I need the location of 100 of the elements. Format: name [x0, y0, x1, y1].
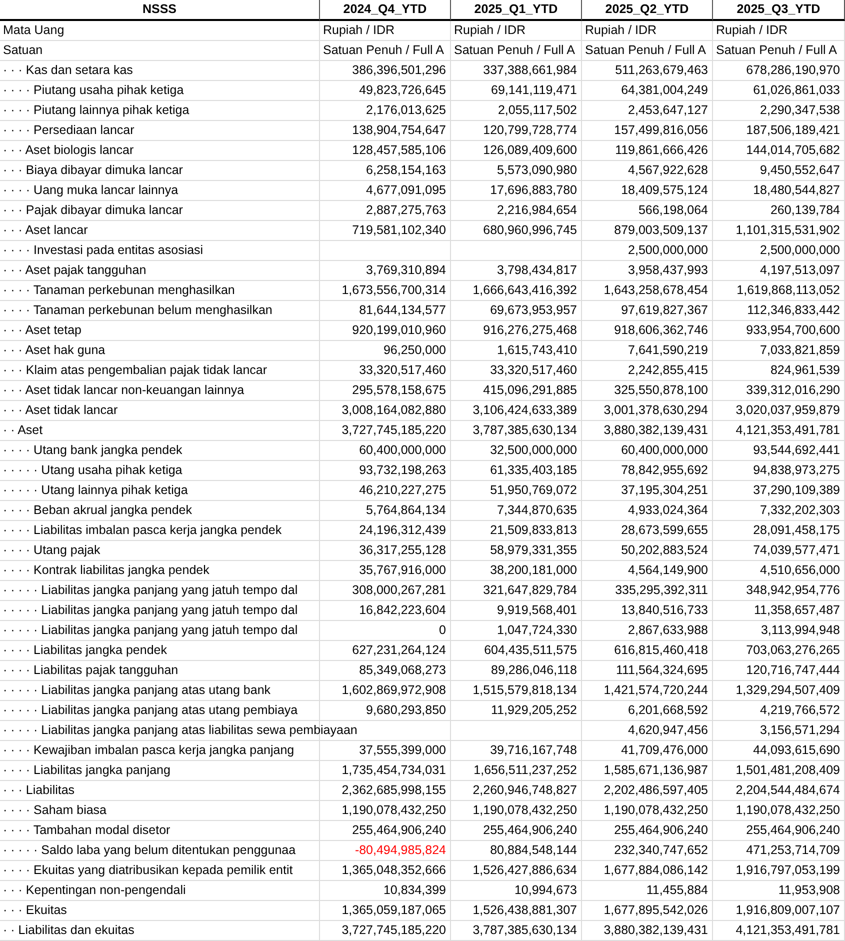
row-label: Satuan — [3, 43, 43, 57]
table-cell: 2,216,984,654 — [497, 203, 577, 217]
table-cell: 1,190,078,432,250 — [604, 803, 708, 817]
column-header: 2025_Q2_YTD — [582, 0, 713, 21]
table-cell: 44,093,615,690 — [753, 743, 840, 757]
table-cell: 680,960,996,745 — [483, 223, 577, 237]
row-label: · · · · · Liabilitas jangka panjang atas utang pembiaya — [3, 703, 298, 717]
row-label: · · · · · Liabilitas jangka panjang yang jatuh tempo dal — [3, 583, 298, 597]
table-cell: 1,916,809,007,107 — [736, 903, 840, 917]
table-cell: 1,916,797,053,199 — [736, 863, 840, 877]
table-cell: 33,320,517,460 — [359, 363, 446, 377]
row-label: · · · Aset tetap — [3, 323, 82, 337]
table-cell: 7,332,202,303 — [760, 503, 840, 517]
table-cell: 17,696,883,780 — [490, 183, 577, 197]
table-cell: 1,365,059,187,065 — [342, 903, 446, 917]
table-cell: 3,727,745,185,220 — [342, 423, 446, 437]
table-cell: 824,961,539 — [770, 363, 840, 377]
row-label: · · · · · Utang usaha pihak ketiga — [3, 463, 182, 477]
table-cell: 3,798,434,817 — [497, 263, 577, 277]
table-cell: 2,867,633,988 — [628, 623, 708, 637]
table-cell: 61,026,861,033 — [753, 83, 840, 97]
table-cell: 1,365,048,352,666 — [342, 863, 446, 877]
table-cell: 60,400,000,000 — [621, 443, 708, 457]
table-cell: 4,197,513,097 — [760, 263, 840, 277]
table-cell: 260,139,784 — [770, 203, 840, 217]
column-header: 2025_Q3_YTD — [713, 0, 845, 21]
table-cell: 6,201,668,592 — [628, 703, 708, 717]
table-cell: 157,499,816,056 — [614, 123, 708, 137]
table-cell: 1,190,078,432,250 — [472, 803, 577, 817]
table-cell: 46,210,227,275 — [359, 483, 446, 497]
table-cell: 36,317,255,128 — [359, 543, 446, 557]
table-cell: 94,838,973,275 — [753, 463, 840, 477]
table-cell: 138,904,754,647 — [352, 123, 446, 137]
table-cell: 1,190,078,432,250 — [736, 803, 840, 817]
table-cell: 4,564,149,900 — [628, 563, 708, 577]
table-cell: 6,258,154,163 — [366, 163, 446, 177]
table-cell: 119,861,666,426 — [615, 143, 708, 157]
table-cell: 111,564,324,695 — [616, 663, 708, 677]
table-cell: 18,409,575,124 — [621, 183, 708, 197]
table-cell: 920,199,010,960 — [352, 323, 446, 337]
table-cell: 1,526,427,886,634 — [472, 863, 577, 877]
table-cell: 2,453,647,127 — [628, 103, 708, 117]
table-cell: 1,677,884,086,142 — [604, 863, 708, 877]
table-cell: Satuan Penuh / Full A — [716, 43, 837, 57]
row-label: · · · Aset hak guna — [3, 343, 106, 357]
table-cell: 933,954,700,600 — [746, 323, 840, 337]
table-cell: 120,716,747,444 — [746, 663, 840, 677]
table-cell: 89,286,046,118 — [491, 663, 577, 677]
row-label: · · Liabilitas dan ekuitas — [3, 923, 134, 937]
column-header: 2025_Q1_YTD — [451, 0, 582, 21]
row-label: · · · · Saham biasa — [3, 803, 107, 817]
table-cell: 2,500,000,000 — [760, 243, 840, 257]
table-cell: 627,231,264,124 — [352, 643, 446, 657]
table-cell: 4,219,766,572 — [760, 703, 840, 717]
row-label: Mata Uang — [3, 23, 64, 37]
table-cell: -80,494,985,824 — [354, 843, 446, 857]
table-cell: 64,381,004,249 — [621, 83, 708, 97]
table-cell: 37,290,109,389 — [753, 483, 840, 497]
table-cell: 7,033,821,859 — [760, 343, 840, 357]
table-cell: 78,842,955,692 — [621, 463, 708, 477]
table-cell: 604,435,511,575 — [484, 643, 577, 657]
row-label: · · · · · Liabilitas jangka panjang yang jatuh tempo dal — [3, 623, 298, 637]
table-cell: 386,396,501,296 — [352, 63, 446, 77]
table-cell: 1,501,481,208,409 — [736, 763, 840, 777]
table-cell: 37,555,399,000 — [359, 743, 446, 757]
table-cell: 1,526,438,881,307 — [472, 903, 577, 917]
row-label: · · · · · Liabilitas jangka panjang yang jatuh tempo dal — [3, 603, 298, 617]
table-cell: 51,950,769,072 — [490, 483, 577, 497]
table-cell: 41,709,476,000 — [621, 743, 708, 757]
row-label: · · · · Tanaman perkebunan belum menghasilkan — [3, 303, 272, 317]
row-label: · · · Aset lancar — [3, 223, 88, 237]
row-label: · · · · Investasi pada entitas asosiasi — [3, 243, 204, 257]
table-cell: 93,544,692,441 — [753, 443, 840, 457]
row-label: · · · Pajak dibayar dimuka lancar — [3, 203, 183, 217]
row-label: · · · Liabilitas — [3, 783, 75, 797]
table-cell: 3,880,382,139,431 — [604, 923, 708, 937]
table-cell: 32,500,000,000 — [490, 443, 577, 457]
table-cell: 471,253,714,709 — [746, 843, 840, 857]
table-cell: 80,884,548,144 — [490, 843, 577, 857]
table-cell: 28,673,599,655 — [621, 523, 708, 537]
table-cell: 18,480,544,827 — [753, 183, 840, 197]
row-label: · · · Klaim atas pengembalian pajak tidak lancar — [3, 363, 268, 377]
table-cell: 60,400,000,000 — [359, 443, 446, 457]
table-cell: 4,567,922,628 — [628, 163, 708, 177]
table-cell: 918,606,362,746 — [614, 323, 708, 337]
row-label: · · Aset — [3, 423, 43, 437]
table-cell: 4,121,353,491,781 — [736, 923, 840, 937]
table-cell: 1,677,895,542,026 — [604, 903, 708, 917]
table-cell: 3,008,164,082,880 — [342, 403, 446, 417]
table-cell: 13,840,516,733 — [621, 603, 708, 617]
table-cell: 255,464,906,240 — [483, 823, 577, 837]
table-cell: 1,673,556,700,314 — [342, 283, 446, 297]
row-label: · · · Aset pajak tangguhan — [3, 263, 146, 277]
table-cell: 3,769,310,894 — [366, 263, 446, 277]
column-header: 2024_Q4_YTD — [320, 0, 451, 21]
table-cell: 232,340,747,652 — [614, 843, 708, 857]
table-cell: 415,096,291,885 — [483, 383, 577, 397]
table-cell: 255,464,906,240 — [746, 823, 840, 837]
table-cell: 1,615,743,410 — [497, 343, 577, 357]
table-cell: 2,055,117,502 — [498, 103, 577, 117]
